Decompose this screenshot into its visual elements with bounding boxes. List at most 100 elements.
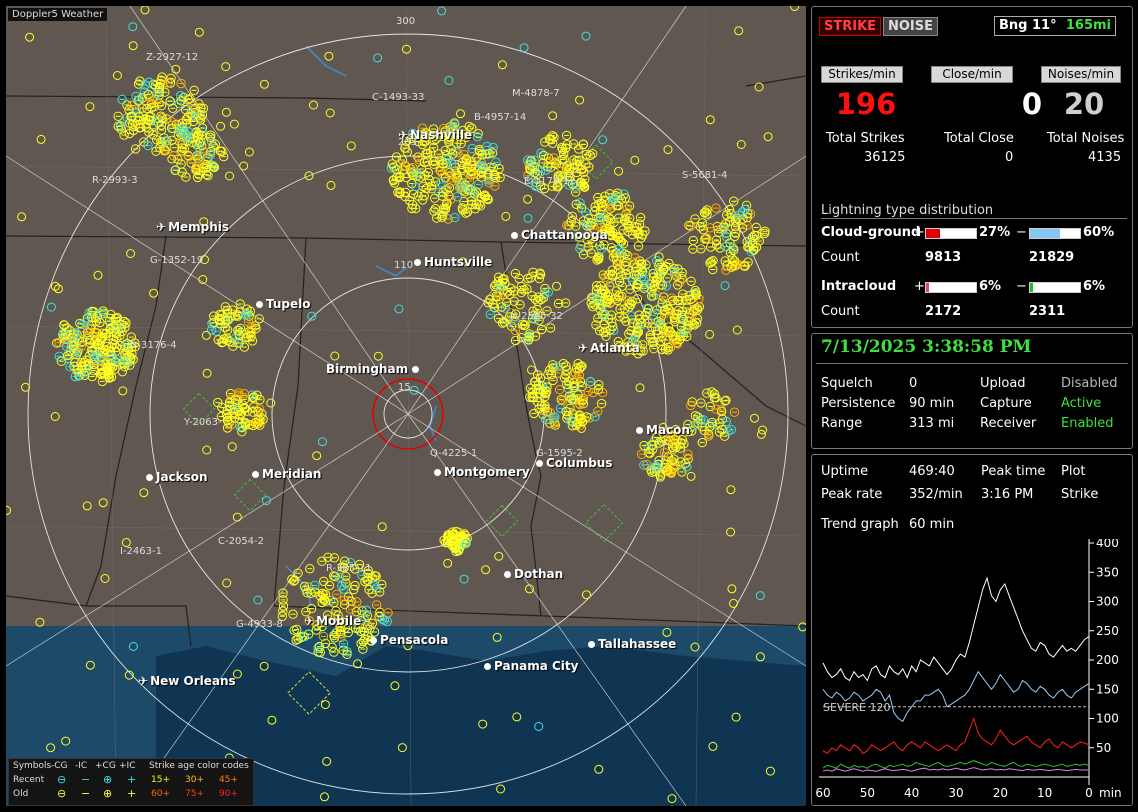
distribution-title: Lightning type distribution [821,203,994,218]
strike-symbol [523,194,533,204]
cg-minus-count: 21829 [1029,250,1075,265]
recent-minus-cg-icon: ⊖ [57,773,67,786]
strike-symbol [548,111,558,121]
city-montgomery[interactable]: Montgomery [434,465,530,479]
strike-symbol [755,591,765,601]
peak-rate-value: 352/min [909,487,963,502]
strike-symbol [736,140,746,149]
city-dothan[interactable]: Dothan [504,567,563,581]
strike-symbol [324,51,334,61]
storm-cell-label[interactable]: C-2054-2 [218,536,264,547]
storm-cell-label[interactable]: I-2463-1 [120,546,162,557]
city-new-orleans[interactable]: ✈ New Orleans [138,674,236,688]
city-pensacola[interactable]: Pensacola [370,633,448,647]
upload-value: Disabled [1061,376,1118,391]
strike-symbol [325,108,335,118]
storm-cell-label[interactable]: E-1176-12 [524,176,576,187]
lightning-map[interactable]: Doppler5 Weather 300 110 15 ✈ Nashville ✈… [6,6,806,806]
city-macon[interactable]: Macon [636,423,690,437]
strike-symbol [128,22,138,32]
legend-symbols-label: Symbols [13,761,52,771]
strike-symbol [35,617,45,627]
storm-cell-label[interactable]: Q-4225-1 [430,448,477,459]
storm-cell-label[interactable]: N-3176-4 [130,340,177,351]
city-tallahassee[interactable]: Tallahassee [588,637,676,651]
strike-symbol [50,412,60,421]
strike-symbol [244,147,254,157]
storm-cell-label[interactable]: G-1595-2 [536,448,583,459]
peak-rate-label: Peak rate [821,487,883,502]
close-per-min-label: Close/min [931,66,1013,83]
trend-graph-value[interactable]: 60 min [909,517,954,532]
x-tick-label: 60 [815,786,830,800]
city-chattanooga[interactable]: Chattanooga [511,228,608,242]
bearing-readout: Bng 11° 165mi [994,16,1116,36]
city-panama-city[interactable]: Panama City [484,659,578,673]
strike-symbol [630,155,640,165]
city-label: Jackson [156,470,208,484]
noise-mode-button[interactable]: NOISE [883,17,939,36]
airport-icon: ✈ [138,674,149,688]
storm-cell-label[interactable]: N-2585-32 [510,311,563,322]
x-tick-label: 40 [904,786,919,800]
city-dot-icon [484,663,491,670]
x-tick-label: 50 [860,786,875,800]
legend-type-label: -CG [51,761,68,771]
strike-symbol [140,6,150,15]
age-code: 75+ [185,789,204,799]
total-strikes-label: Total Strikes [826,131,905,146]
legend-recent-label: Recent [13,775,45,785]
strike-symbol [112,71,122,80]
storm-cell-label[interactable]: Y-2063- [184,417,222,428]
strike-symbol [266,398,276,408]
city-dot-icon [636,427,643,434]
y-tick-label: 250 [1096,624,1119,638]
uptime-value: 469:40 [909,464,955,479]
city-memphis[interactable]: ✈ Memphis [156,220,229,234]
city-label: Pensacola [380,633,449,647]
age-code: 15+ [151,775,170,785]
strike-symbol [227,442,237,452]
storm-cell-label[interactable]: Z-2927-12 [146,52,198,63]
city-dot-icon [511,232,518,239]
capture-value: Active [1061,396,1102,411]
strike-symbol [373,53,383,63]
city-tupelo[interactable]: Tupelo [256,297,311,311]
storm-cell-label[interactable]: B-4957-14 [474,112,526,123]
ic-plus-count: 2172 [925,304,962,319]
city-mobile[interactable]: ✈ Mobile [304,614,361,628]
ic-minus-count: 2311 [1029,304,1066,319]
city-birmingham[interactable]: Birmingham [326,362,422,376]
storm-cell-label[interactable]: R-385-11 [326,563,372,574]
strikes-per-min-value: 196 [835,87,897,121]
city-jackson[interactable]: Jackson [146,470,208,484]
city-meridian[interactable]: Meridian [252,467,321,481]
strike-mode-button[interactable]: STRIKE [819,17,882,36]
storm-cell-label[interactable]: 205- [398,137,421,148]
airport-icon: ✈ [156,220,167,234]
age-code: 60+ [151,789,170,799]
city-atlanta[interactable]: ✈ Atlanta [578,341,640,355]
storm-cell-label[interactable]: C-1493-33 [372,92,424,103]
storm-cell-label[interactable]: M-4878-7 [512,88,560,99]
storm-cell-label[interactable]: G-4933-8 [236,619,283,630]
strike-symbol [128,41,138,51]
city-dot-icon [412,366,420,373]
total-noises-value: 4135 [1088,150,1122,165]
x-tick-label: 10 [1037,786,1052,800]
plot-value[interactable]: Strike [1061,487,1098,502]
city-label: Huntsville [424,255,493,269]
y-tick-label: 350 [1096,565,1119,579]
city-label: Dothan [514,567,564,581]
strike-symbol [330,351,340,361]
strikes-per-min-label: Strikes/min [821,66,903,83]
city-dot-icon [588,641,595,648]
storm-cell-label[interactable]: R-2993-3 [92,175,138,186]
strike-symbol [222,578,232,588]
city-huntsville[interactable]: Huntsville [414,255,492,269]
storm-cell-label[interactable]: G-1352-19 [150,255,203,266]
city-label: Memphis [168,220,230,234]
strike-symbol [202,445,212,455]
ring-label-300: 300 [396,16,416,27]
storm-cell-label[interactable]: S-5681-4 [682,170,727,181]
